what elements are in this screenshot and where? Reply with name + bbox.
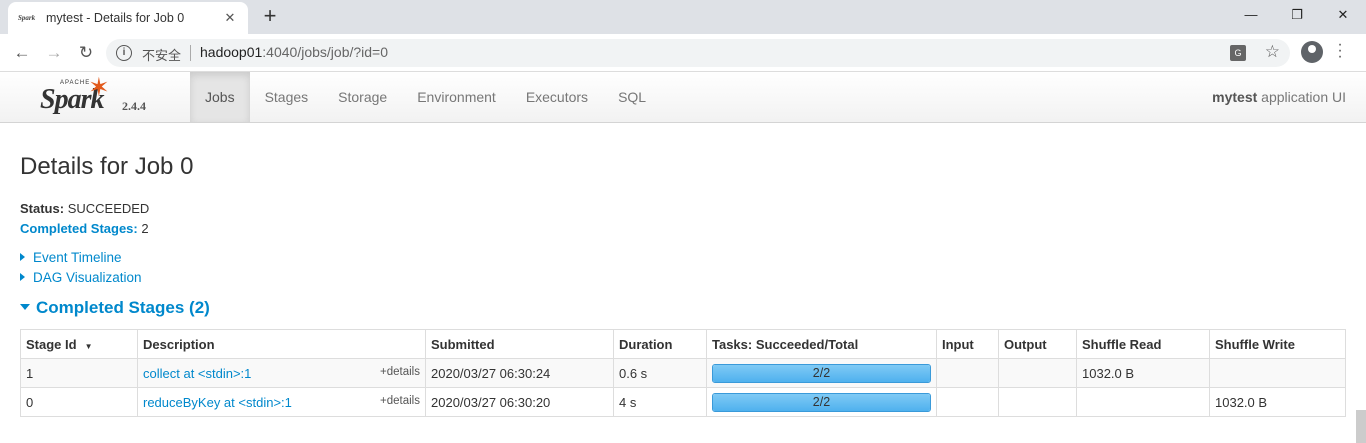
tab-jobs[interactable]: Jobs — [190, 72, 250, 122]
address-bar[interactable]: i 不安全 hadoop01:4040/jobs/job/?id=0 G ☆ — [106, 39, 1290, 67]
completed-stages-table: Stage Id ▼ Description Submitted Duration… — [20, 329, 1346, 417]
col-shuffle-read[interactable]: Shuffle Read — [1076, 329, 1210, 359]
stage-description-link[interactable]: collect at <stdin>:1 — [143, 366, 251, 381]
window-controls: — ❐ ✕ — [1228, 0, 1366, 32]
dag-visualization-toggle[interactable]: DAG Visualization — [20, 270, 142, 285]
minimize-button[interactable]: — — [1228, 0, 1274, 30]
col-stage-id[interactable]: Stage Id ▼ — [20, 329, 138, 359]
cell-output — [998, 387, 1077, 417]
col-description[interactable]: Description — [137, 329, 426, 359]
reload-icon[interactable]: ↻ — [74, 41, 98, 65]
browser-menu-icon[interactable]: · · · — [1333, 37, 1347, 65]
table-row: 1 collect at <stdin>:1 +details 2020/03/… — [20, 358, 1346, 388]
col-output[interactable]: Output — [998, 329, 1077, 359]
status-label: Status: — [20, 201, 65, 216]
cell-description: reduceByKey at <stdin>:1 +details — [137, 387, 426, 417]
table-header-row: Stage Id ▼ Description Submitted Duration… — [20, 329, 1346, 359]
bookmark-star-icon[interactable]: ☆ — [1265, 42, 1280, 62]
app-name: mytest — [1212, 89, 1258, 105]
forward-icon[interactable]: → — [42, 41, 66, 65]
cell-shuffle-read: 1032.0 B — [1076, 358, 1210, 388]
col-stage-id-label: Stage Id — [26, 336, 77, 352]
details-toggle[interactable]: +details — [380, 395, 420, 407]
app-suffix: application UI — [1257, 89, 1346, 105]
cell-submitted: 2020/03/27 06:30:20 — [425, 387, 614, 417]
col-tasks[interactable]: Tasks: Succeeded/Total — [706, 329, 937, 359]
event-timeline-label: Event Timeline — [33, 250, 122, 265]
info-icon[interactable]: i — [116, 45, 132, 61]
browser-toolbar: ← → ↻ i 不安全 hadoop01:4040/jobs/job/?id=0… — [0, 34, 1366, 72]
cell-tasks: 2/2 — [706, 387, 937, 417]
cell-stage-id: 1 — [20, 358, 138, 388]
dag-visualization-label: DAG Visualization — [33, 270, 142, 285]
cell-duration: 4 s — [613, 387, 707, 417]
close-tab-icon[interactable]: ✕ — [222, 10, 238, 26]
col-input[interactable]: Input — [936, 329, 999, 359]
application-ui-label: mytest application UI — [1212, 89, 1346, 105]
details-toggle[interactable]: +details — [380, 366, 420, 378]
completed-stages-count: 2 — [141, 221, 149, 236]
collapse-arrow-icon — [20, 304, 30, 310]
page-title: Details for Job 0 — [20, 153, 194, 180]
table-row: 0 reduceByKey at <stdin>:1 +details 2020… — [20, 387, 1346, 417]
cell-shuffle-read — [1076, 387, 1210, 417]
tasks-progress-bar: 2/2 — [712, 363, 931, 383]
url-text[interactable]: hadoop01:4040/jobs/job/?id=0 — [200, 44, 388, 60]
tab-sql[interactable]: SQL — [603, 72, 661, 122]
completed-stages-link[interactable]: Completed Stages: — [20, 221, 138, 236]
expand-arrow-icon — [20, 253, 25, 261]
col-shuffle-write[interactable]: Shuffle Write — [1209, 329, 1346, 359]
url-path: :4040/jobs/job/?id=0 — [262, 44, 389, 60]
completed-stages-header[interactable]: Completed Stages (2) — [20, 298, 210, 318]
cell-shuffle-write: 1032.0 B — [1209, 387, 1346, 417]
browser-tabstrip: Spark mytest - Details for Job 0 ✕ + — ❐… — [0, 0, 1366, 34]
tab-storage[interactable]: Storage — [323, 72, 402, 122]
status-value: SUCCEEDED — [67, 201, 150, 216]
cell-shuffle-write — [1209, 358, 1346, 388]
progress-text: 2/2 — [812, 365, 831, 380]
spark-version: 2.4.4 — [122, 99, 146, 113]
omnibox-divider — [190, 45, 191, 61]
browser-tab[interactable]: Spark mytest - Details for Job 0 ✕ — [8, 2, 248, 34]
sort-desc-icon: ▼ — [84, 341, 93, 351]
profile-avatar-icon[interactable] — [1301, 41, 1323, 63]
cell-input — [936, 358, 999, 388]
col-submitted[interactable]: Submitted — [425, 329, 614, 359]
tab-title: mytest - Details for Job 0 — [46, 11, 185, 25]
restore-button[interactable]: ❐ — [1274, 0, 1320, 30]
col-duration[interactable]: Duration — [613, 329, 707, 359]
nav-tabs: Jobs Stages Storage Environment Executor… — [190, 72, 661, 122]
completed-stages-title: Completed Stages (2) — [36, 298, 210, 317]
stage-description-link[interactable]: reduceByKey at <stdin>:1 — [143, 395, 292, 410]
translate-icon[interactable]: G — [1230, 45, 1246, 61]
spark-favicon-icon: Spark — [18, 14, 36, 22]
tasks-progress-bar: 2/2 — [712, 392, 931, 412]
url-host: hadoop01 — [200, 44, 263, 60]
back-icon[interactable]: ← — [10, 41, 34, 65]
cell-output — [998, 358, 1077, 388]
cell-tasks: 2/2 — [706, 358, 937, 388]
page-scrollbar[interactable] — [1356, 410, 1366, 443]
tab-stages[interactable]: Stages — [250, 72, 324, 122]
progress-text: 2/2 — [812, 394, 831, 409]
expand-arrow-icon — [20, 273, 25, 281]
cell-duration: 0.6 s — [613, 358, 707, 388]
cell-description: collect at <stdin>:1 +details — [137, 358, 426, 388]
cell-submitted: 2020/03/27 06:30:24 — [425, 358, 614, 388]
job-status: Status: SUCCEEDED — [20, 201, 149, 216]
spark-star-icon: ✶ — [88, 72, 110, 102]
cell-stage-id: 0 — [20, 387, 138, 417]
event-timeline-toggle[interactable]: Event Timeline — [20, 250, 122, 265]
spark-logo[interactable]: APACHE Spark ✶ 2.4.4 — [40, 72, 190, 118]
cell-input — [936, 387, 999, 417]
new-tab-button[interactable]: + — [258, 5, 282, 29]
spark-navbar: APACHE Spark ✶ 2.4.4 Jobs Stages Storage… — [0, 72, 1366, 123]
completed-stages-summary: Completed Stages: 2 — [20, 221, 149, 236]
tab-executors[interactable]: Executors — [511, 72, 603, 122]
close-window-button[interactable]: ✕ — [1320, 0, 1366, 30]
insecure-label[interactable]: 不安全 — [142, 45, 181, 64]
tab-environment[interactable]: Environment — [402, 72, 511, 122]
